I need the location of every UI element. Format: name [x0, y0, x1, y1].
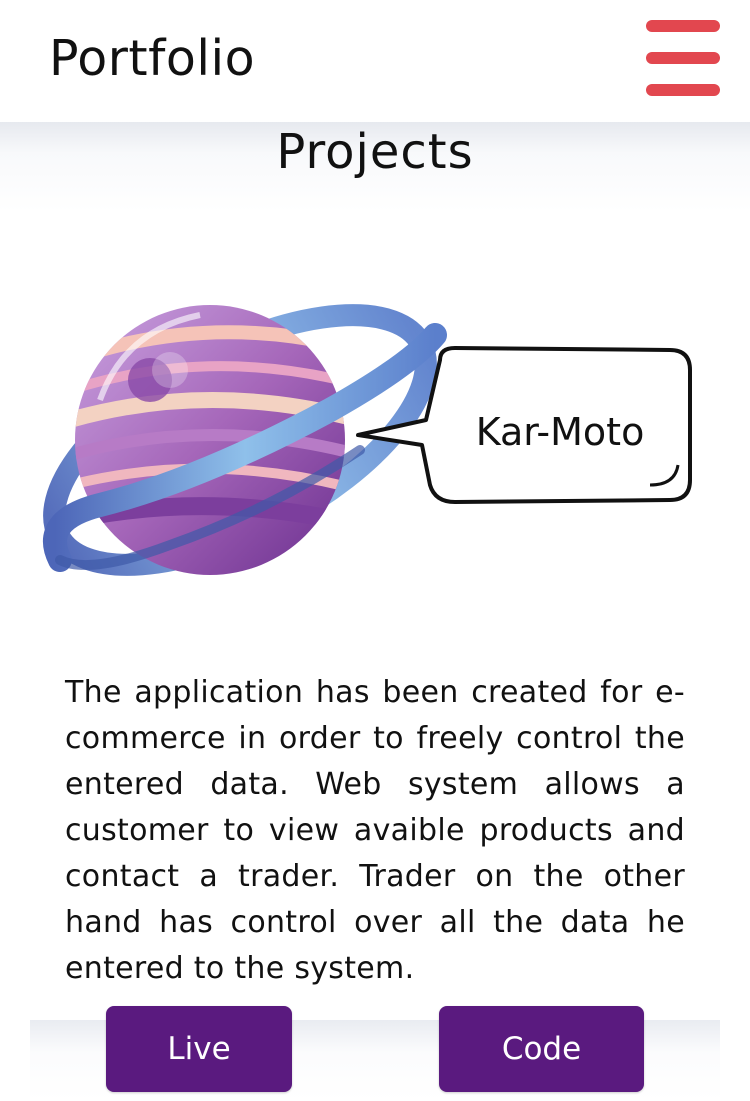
menu-bar	[646, 52, 720, 64]
project-illustration: Kar-Moto	[30, 290, 700, 610]
menu-bar	[646, 20, 720, 32]
brand-title[interactable]: Portfolio	[49, 32, 255, 86]
portfolio-page: Portfolio Projects Kar-Moto The applicat…	[0, 0, 750, 1101]
project-description: The application has been created for e-c…	[65, 675, 685, 986]
project-name: Kar-Moto	[475, 410, 645, 454]
live-button[interactable]: Live	[106, 1006, 292, 1092]
code-button[interactable]: Code	[439, 1006, 644, 1092]
menu-bar	[646, 84, 720, 96]
header: Portfolio	[0, 0, 750, 122]
hamburger-menu-icon[interactable]	[640, 14, 726, 100]
section-title: Projects	[276, 124, 474, 180]
